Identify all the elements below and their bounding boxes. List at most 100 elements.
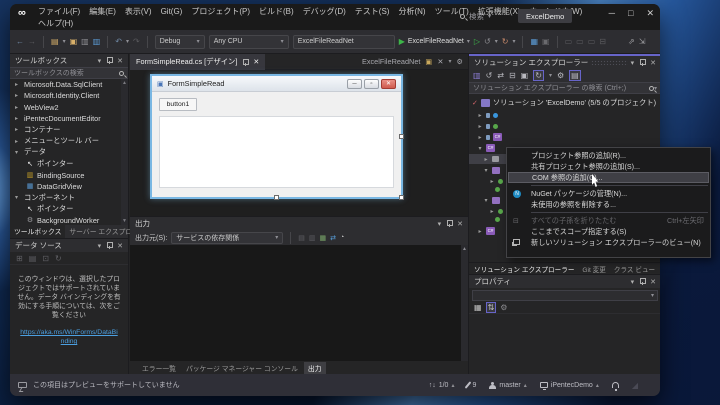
solution-explorer-search[interactable]: ソリューション エクスプローラー の検索 (Ctrl+;) ▾ [469,82,660,94]
chevron-down-icon[interactable]: ▾ [495,38,498,45]
folder-icon[interactable]: ▣ [425,57,432,66]
chevron-down-icon[interactable]: ▾ [448,58,451,65]
toolbox-group[interactable]: ▸ iPentecDocumentEditor [10,113,128,124]
toolbox-item[interactable]: ↖ ポインター [10,158,128,169]
refresh-icon[interactable]: ↻ [533,70,544,81]
project-node[interactable]: ▸ [477,110,498,120]
navigate-back-icon[interactable]: ← [16,37,24,46]
show-all-files-icon[interactable]: ▣ [521,71,529,80]
close-tab-icon[interactable]: ✕ [253,58,259,66]
menu-remove-unused-references[interactable]: 未使用の参照を削除する... [507,199,710,210]
align-center-icon[interactable]: ▭ [576,37,584,46]
menu-file[interactable]: ファイル(F) [38,6,80,17]
tab-solution-explorer[interactable]: ソリューション エクスプローラー [471,263,577,275]
toolbox-group[interactable]: ▸ メニューとツール バー [10,135,128,146]
line-endings-indicator[interactable]: ↑↓ 1/0 ▴ [429,382,455,389]
data-binding-link[interactable]: https://aka.ms/WinForms/DataBinding [10,328,128,346]
tab-toolbox[interactable]: ツールボックス [10,224,66,238]
menu-project[interactable]: プロジェクト(P) [191,6,250,17]
redo-icon[interactable]: ↷ [133,37,140,46]
toolbox-group[interactable]: ▾ コンポーネント [10,192,128,203]
notifications-bell-icon[interactable] [611,382,619,391]
toolbox-search[interactable]: ツールボックスの検索 [10,67,128,79]
refresh-icon[interactable]: ↻ [55,254,62,263]
toolbox-item[interactable]: ▦ DataGridView [10,181,128,192]
toggle-wordwrap-icon[interactable]: ⇄ [330,234,336,242]
collapse-all-icon[interactable]: ⊟ [509,71,516,80]
solution-node[interactable]: ✓ ソリューション 'ExcelDemo' (5/5 のプロジェクト) [472,98,656,108]
toolbox-scrollbar[interactable]: ▲ ▼ [121,79,128,225]
search-box[interactable]: 検索 ▾ [460,11,491,22]
close-group-icon[interactable]: ✕ [437,57,443,66]
save-icon[interactable]: ▥ [81,37,89,46]
resize-grip[interactable]: ◢ [632,381,638,390]
properties-object-dropdown[interactable]: ▾ [472,290,658,301]
chevron-down-icon[interactable]: ▾ [549,72,552,79]
navigate-forward-icon[interactable]: → [28,37,36,46]
pin-icon[interactable] [242,58,250,66]
minimize-button[interactable]: ─ [609,8,615,19]
menu-build[interactable]: ビルド(B) [259,6,294,17]
project-node[interactable]: ▸ C# [477,226,495,236]
switch-views-icon[interactable]: ▥ [473,71,481,80]
project-node[interactable]: ▸ C# [477,132,502,142]
menu-add-shared-project-reference[interactable]: 共有プロジェクト参照の追加(S)... [507,161,710,172]
new-project-icon[interactable]: ▤ [51,37,59,46]
toolbox-item[interactable]: ▥ BindingSource [10,169,128,180]
preview-selected-items-icon[interactable]: ▤ [569,70,581,81]
menu-help[interactable]: ヘルプ(H) [38,19,73,28]
clear-all-icon[interactable]: ▦ [320,234,327,242]
menu-debug[interactable]: デバッグ(D) [303,6,346,17]
add-data-source-icon[interactable]: ⊞ [16,254,23,263]
menu-view[interactable]: 表示(V) [125,6,152,17]
pin-icon[interactable] [639,59,647,66]
resize-handle-corner[interactable] [399,195,404,200]
configure-icon[interactable]: ⊡ [42,254,49,263]
close-panel-icon[interactable]: ✕ [117,57,123,65]
toolbox-item[interactable]: ↖ ポインター [10,203,128,214]
menu-add-com-reference[interactable]: COM 参照の追加(C)... [508,172,709,183]
run-button[interactable]: ▶ ExcelFileReadNet ▾ [399,37,470,46]
repository-selector[interactable]: iPentecDemo ▴ [539,382,599,390]
menu-scope-to-this[interactable]: ここまでスコープ指定する(S) [507,226,710,237]
feedback-icon[interactable]: ⇲ [639,37,646,46]
tab-package-manager-console[interactable]: パッケージ マネージャー コンソール [182,362,302,374]
chevron-down-icon[interactable]: ▾ [63,38,66,45]
menu-new-solution-explorer-view[interactable]: 新しいソリューション エクスプローラーのビュー(N) [507,237,710,248]
find-message-icon[interactable]: ▤ [298,234,305,242]
close-button[interactable]: ✕ [646,8,654,19]
platform-dropdown[interactable]: Any CPU ▾ [208,34,289,49]
edit-data-source-icon[interactable]: ▤ [29,254,37,263]
chevron-down-icon[interactable]: ▾ [512,38,515,45]
window-position-icon[interactable]: ▾ [438,220,442,228]
button1-control[interactable]: button1 [159,98,197,111]
property-pages-icon[interactable]: ⚙ [500,303,507,312]
resize-handle-right[interactable] [399,134,404,139]
tab-class-view[interactable]: クラス ビュー [611,263,658,275]
goto-message-icon[interactable]: ▥ [309,234,316,242]
tab-formsimpleread-design[interactable]: FormSimpleRead.cs [デザイン] ✕ [130,54,266,70]
maximize-button[interactable]: □ [628,8,633,19]
toolbox-group[interactable]: ▾ データ [10,147,128,158]
properties-wrench-icon[interactable]: ⚙ [557,71,564,80]
pin-icon[interactable] [106,242,114,249]
sync-with-active-document-icon[interactable]: ⇄ [497,71,504,80]
output-source-dropdown[interactable]: サービスの依存関係 ▾ [171,231,284,244]
window-position-icon[interactable]: ▾ [98,57,102,65]
undo-icon[interactable]: ↶ [115,37,122,46]
file-node[interactable] [495,214,500,224]
designed-form[interactable]: ▣ FormSimpleRead ─ ▫ ✕ button1 [152,76,401,197]
configuration-dropdown[interactable]: Debug ▾ [154,34,205,49]
output-scrollbar[interactable]: ▲ [461,245,468,361]
close-panel-icon[interactable]: ✕ [650,278,656,286]
folder-node[interactable]: ▾ [483,165,500,175]
resize-handle-bottom[interactable] [274,195,279,200]
tab-git-changes[interactable]: Git 変更 [579,263,608,275]
window-position-icon[interactable]: ▾ [631,59,635,67]
save-all-icon[interactable]: ▥ [93,37,101,46]
output-content[interactable]: ▲ [130,245,468,361]
restart-icon[interactable]: ↻ [502,37,509,46]
autoscroll-icon[interactable]: ◔ [340,234,344,241]
menu-test[interactable]: テスト(S) [355,6,390,17]
align-left-icon[interactable]: ▭ [565,37,573,46]
